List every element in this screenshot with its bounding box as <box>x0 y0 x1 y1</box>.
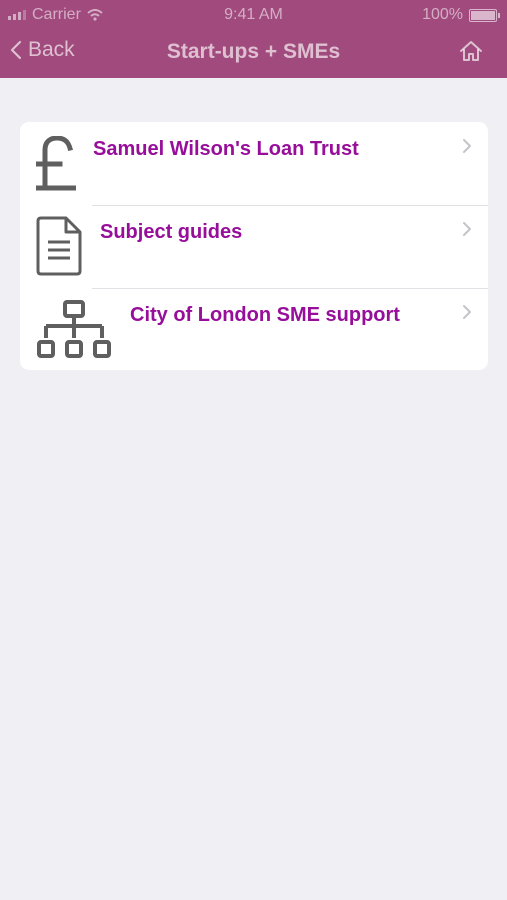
list-item-subject-guides[interactable]: Subject guides <box>20 205 488 288</box>
menu-list: Samuel Wilson's Loan Trust Subject guide… <box>20 122 488 370</box>
battery-percent: 100% <box>422 6 463 23</box>
chevron-right-icon <box>463 139 471 153</box>
list-item-label: Samuel Wilson's Loan Trust <box>93 138 359 160</box>
document-icon <box>36 216 82 276</box>
battery-icon <box>469 8 500 22</box>
home-button[interactable] <box>459 40 483 67</box>
navigation-bar: Carrier 9:41 AM 100% Back Start-ups + SM… <box>0 0 507 78</box>
org-chart-icon <box>37 300 111 358</box>
list-item-label: Subject guides <box>100 221 243 243</box>
chevron-right-icon <box>463 222 471 236</box>
page-title: Start-ups + SMEs <box>166 40 341 63</box>
status-right: 100% <box>422 6 500 24</box>
list-item-sme-support[interactable]: City of London SME support <box>20 288 488 370</box>
home-icon <box>460 41 482 61</box>
chevron-right-icon <box>463 305 471 319</box>
list-item-loan-trust[interactable]: Samuel Wilson's Loan Trust <box>20 122 488 205</box>
list-item-label: City of London SME support <box>130 304 400 326</box>
status-bar: Carrier 9:41 AM 100% <box>0 0 507 30</box>
pound-sterling-icon <box>36 136 76 191</box>
